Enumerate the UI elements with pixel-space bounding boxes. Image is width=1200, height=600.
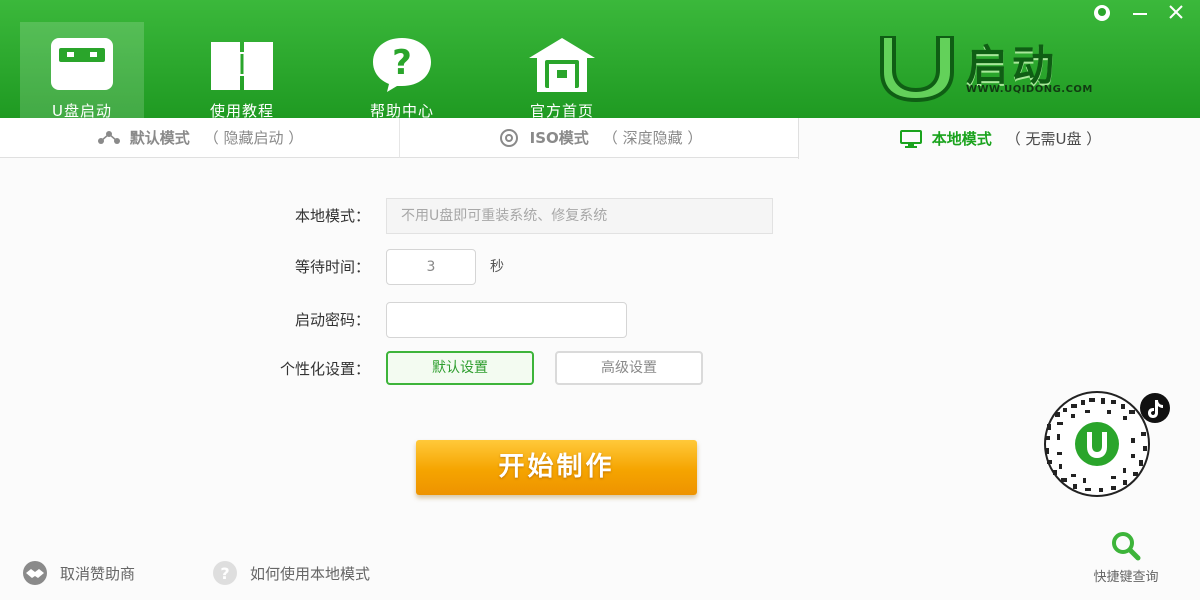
row-personalization: 个性化设置： 默认设置 高级设置 <box>200 351 900 387</box>
close-icon <box>1169 5 1183 19</box>
feedback-button[interactable] <box>1092 4 1112 22</box>
tab-iso-label: ISO模式 <box>529 129 589 147</box>
boot-password-label: 启动密码： <box>294 311 370 329</box>
handshake-icon <box>23 561 47 585</box>
u-logo-icon <box>880 36 954 102</box>
wait-time-unit: 秒 <box>490 259 504 275</box>
brand-logo: 启动 WWW.UQIDONG.COM <box>870 30 1130 102</box>
question-icon: ? <box>213 561 237 585</box>
nav-official-home[interactable]: 官方首页 <box>500 22 624 120</box>
default-settings-button[interactable]: 默认设置 <box>386 351 534 385</box>
nav-help-center[interactable]: ? 帮助中心 <box>340 22 464 120</box>
local-mode-description-field[interactable]: 不用U盘即可重装系统、修复系统 <box>386 198 773 234</box>
tab-default-mode[interactable]: 默认模式 （ 隐藏启动 ） <box>0 118 400 158</box>
share-nodes-icon <box>97 130 120 144</box>
tab-default-sub: （ 隐藏启动 ） <box>203 129 304 147</box>
tab-iso-sub: （ 深度隐藏 ） <box>602 129 703 147</box>
tab-default-label: 默认模式 <box>129 129 190 147</box>
cancel-sponsor-link[interactable]: 取消赞助商 <box>20 560 135 586</box>
tab-local-mode[interactable]: 本地模式 （ 无需U盘 ） <box>798 118 1200 159</box>
close-button[interactable] <box>1166 4 1186 22</box>
home-icon <box>529 38 595 92</box>
help-icon: ? <box>373 38 431 92</box>
local-mode-label: 本地模式： <box>294 207 370 225</box>
nav-usb-boot[interactable]: U盘启动 <box>20 22 144 120</box>
disc-icon <box>499 128 518 147</box>
wait-time-input[interactable]: 3 <box>386 249 476 285</box>
start-making-button[interactable]: 开始制作 <box>416 440 697 495</box>
boot-password-input[interactable] <box>386 302 627 338</box>
svg-text:?: ? <box>220 564 229 583</box>
douyin-qr-code-icon <box>1044 391 1170 497</box>
row-wait-time: 等待时间： 3 秒 <box>200 249 900 285</box>
advanced-settings-button[interactable]: 高级设置 <box>555 351 703 385</box>
tab-local-label: 本地模式 <box>931 130 992 148</box>
nav-tutorial[interactable]: 使用教程 <box>180 22 304 120</box>
usb-drive-icon <box>51 38 113 90</box>
row-boot-password: 启动密码： <box>200 302 900 338</box>
howto-local-mode-label: 如何使用本地模式 <box>250 564 371 583</box>
minimize-button[interactable] <box>1130 4 1150 22</box>
tab-local-sub: （ 无需U盘 ） <box>1005 130 1102 148</box>
shortcut-query-button[interactable]: 快捷键查询 <box>1078 530 1174 585</box>
logo-url: WWW.UQIDONG.COM <box>966 84 1093 95</box>
chat-bubble-icon <box>1094 5 1110 21</box>
cancel-sponsor-label: 取消赞助商 <box>60 564 136 583</box>
howto-local-mode-link[interactable]: ? 如何使用本地模式 <box>210 560 370 586</box>
minimize-icon <box>1133 13 1147 15</box>
qr-code <box>1027 390 1177 498</box>
row-local-mode: 本地模式： 不用U盘即可重装系统、修复系统 <box>200 198 900 234</box>
search-icon <box>1112 532 1141 561</box>
wait-time-label: 等待时间： <box>294 258 370 276</box>
tab-iso-mode[interactable]: ISO模式 （ 深度隐藏 ） <box>400 118 798 158</box>
book-icon <box>211 42 273 90</box>
app-header: U盘启动 使用教程 ? 帮助中心 官方首页 启动 WWW.UQIDONG.COM <box>0 0 1200 120</box>
personalization-label: 个性化设置： <box>279 360 370 378</box>
monitor-icon <box>899 129 922 148</box>
shortcut-query-label: 快捷键查询 <box>1093 570 1159 585</box>
svg-text:?: ? <box>392 43 412 83</box>
mode-tabs: 默认模式 （ 隐藏启动 ） ISO模式 （ 深度隐藏 ） 本地模式 （ 无需U盘… <box>0 118 1200 159</box>
